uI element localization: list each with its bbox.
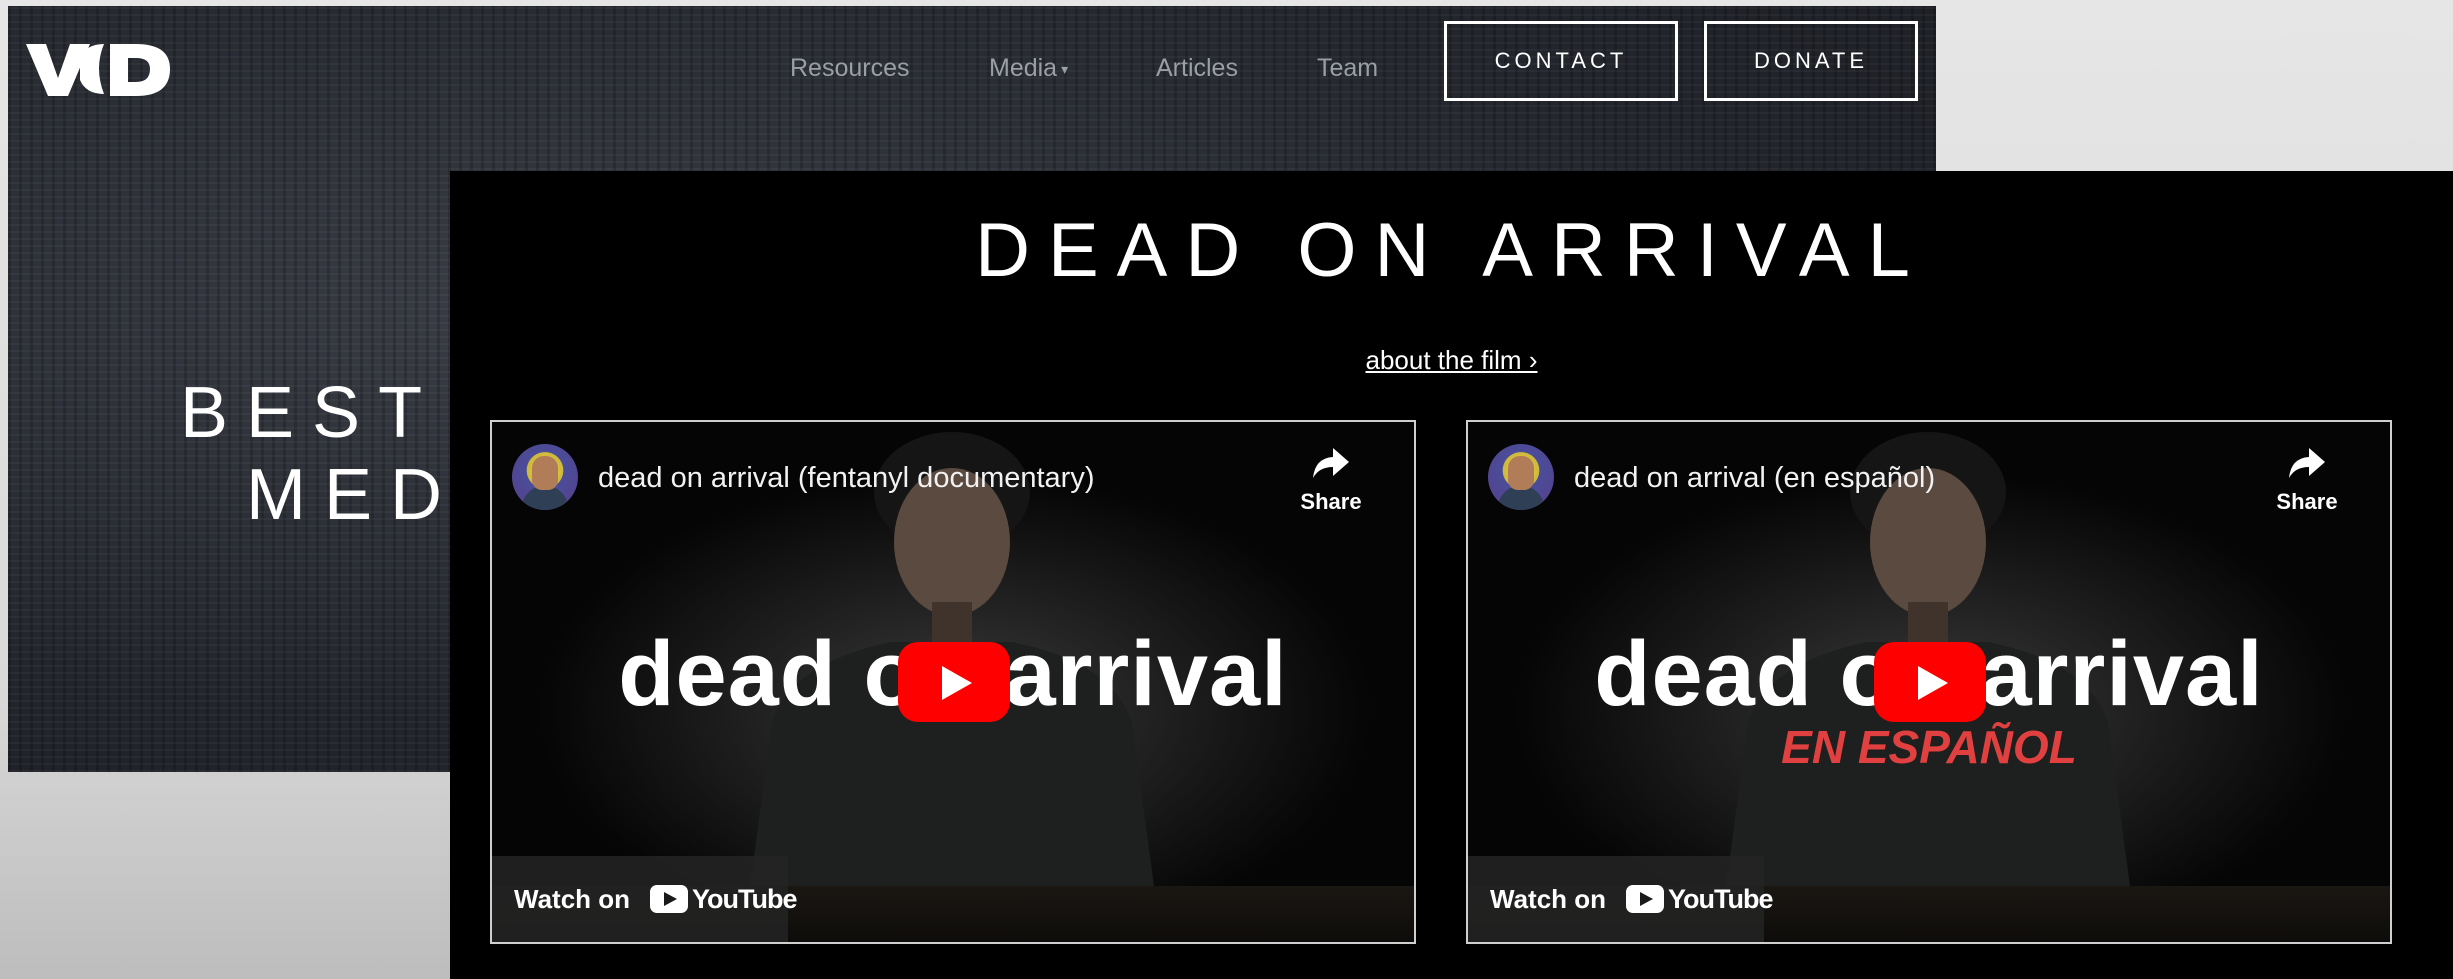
video-embed-english[interactable]: dead on arrival (fentanyl documentary) S… (490, 420, 1416, 944)
share-button[interactable]: Share (2272, 446, 2342, 515)
nav-media-label: Media (989, 54, 1058, 82)
youtube-wordmark: YouTube (692, 883, 797, 914)
contact-button[interactable]: CONTACT (1444, 21, 1678, 101)
watch-on-youtube-button[interactable]: Watch on YouTube (492, 856, 798, 942)
nav-resources[interactable]: Resources (790, 54, 910, 83)
site-logo[interactable] (24, 38, 184, 100)
donate-button[interactable]: DONATE (1704, 21, 1918, 101)
youtube-mark (650, 885, 689, 913)
avatar-face (532, 456, 558, 490)
avatar-face (1508, 456, 1534, 490)
channel-avatar[interactable] (1488, 444, 1554, 510)
film-section-window: DEAD ON ARRIVAL about the film › dead on… (450, 171, 2453, 979)
hero-heading-line-1: BEST (180, 373, 441, 453)
video-title[interactable]: dead on arrival (en español) (1574, 462, 1935, 495)
hero-heading-line-2: MED (246, 455, 460, 535)
chevron-down-icon: ▾ (1061, 60, 1069, 77)
film-title: DEAD ON ARRIVAL (975, 208, 1928, 293)
video-embed-spanish[interactable]: dead on arrival (en español) Share dead … (1466, 420, 2392, 944)
watch-on-label: Watch on (514, 883, 631, 914)
nav-articles[interactable]: Articles (1156, 54, 1238, 83)
about-film-link[interactable]: about the film › (1366, 345, 1538, 375)
share-button[interactable]: Share (1296, 446, 1366, 515)
about-film-link-row: about the film › (450, 345, 2453, 376)
watch-on-label: Watch on (1490, 883, 1607, 914)
youtube-logo-icon: YouTube (1626, 883, 1774, 915)
vod-logo-icon (26, 44, 170, 96)
channel-avatar[interactable] (512, 444, 578, 510)
video-title[interactable]: dead on arrival (fentanyl documentary) (598, 462, 1094, 495)
youtube-mark (1626, 885, 1665, 913)
nav-team[interactable]: Team (1317, 54, 1378, 83)
nav-media[interactable]: Media ▾ (989, 54, 1068, 83)
share-label: Share (1300, 489, 1362, 514)
youtube-wordmark: YouTube (1668, 883, 1773, 914)
youtube-logo-icon: YouTube (650, 883, 798, 915)
play-icon[interactable] (1874, 642, 1986, 722)
share-icon (1313, 448, 1349, 478)
play-icon[interactable] (898, 642, 1010, 722)
watch-on-youtube-button[interactable]: Watch on YouTube (1468, 856, 1774, 942)
share-label: Share (2276, 489, 2338, 514)
thumbnail-subtitle-text: EN ESPAÑOL (1781, 721, 2077, 773)
share-icon (2289, 448, 2325, 478)
